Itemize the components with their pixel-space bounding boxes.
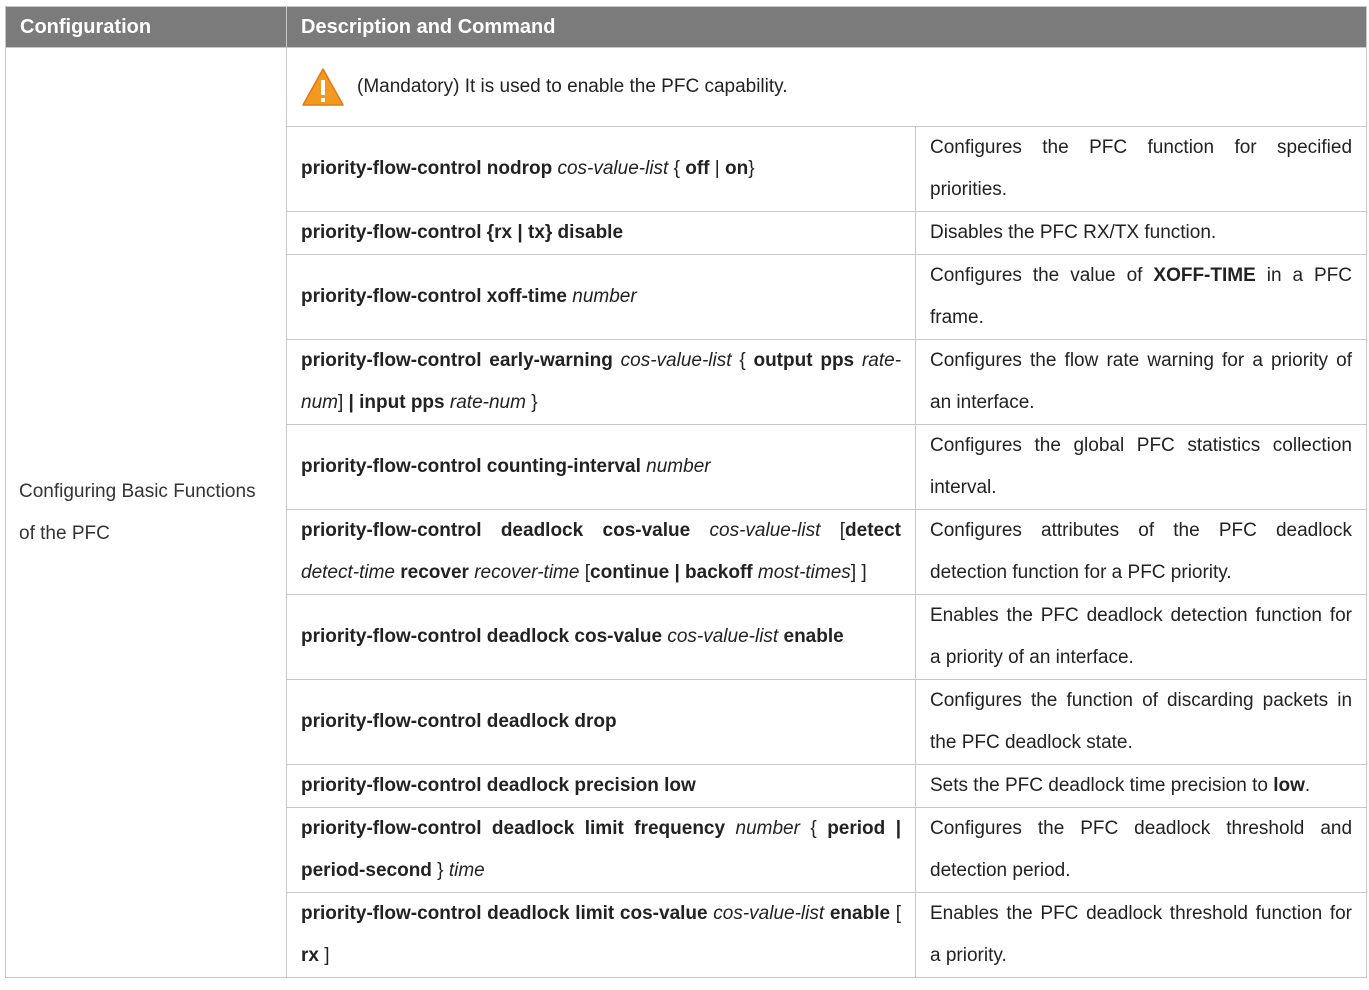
argument: number: [735, 818, 800, 839]
notice-text: (Mandatory) It is used to enable the PFC…: [357, 76, 788, 97]
keyword: priority-flow-control counting-interval: [301, 456, 641, 477]
command-cell: priority-flow-control early-warning cos-…: [286, 339, 916, 425]
text: Configures the PFC deadlock threshold an…: [930, 818, 1353, 881]
pfc-config-table: Configuration Description and Command Co…: [5, 6, 1368, 978]
keyword: off: [685, 158, 710, 179]
text: [613, 350, 621, 371]
text: }: [748, 158, 755, 179]
text: [: [890, 903, 902, 924]
keyword: recover: [400, 562, 469, 583]
keyword: output pps: [753, 350, 855, 371]
header-description: Description and Command: [285, 6, 1368, 48]
command-cell: priority-flow-control deadlock limit cos…: [286, 892, 916, 978]
notice-row: Configuring Basic Functions of the PFC (…: [5, 47, 1368, 978]
keyword: enable: [783, 626, 844, 647]
description-cell: Enables the PFC deadlock detection funct…: [914, 594, 1368, 680]
command-cell: priority-flow-control counting-interval …: [286, 424, 916, 510]
text: ]: [318, 945, 330, 966]
command-cell: priority-flow-control deadlock limit fre…: [286, 807, 916, 893]
argument: most-times: [757, 562, 851, 583]
text: .: [1304, 775, 1311, 796]
keyword: priority-flow-control deadlock cos-value: [301, 626, 663, 647]
text: Configures the PFC function for specifie…: [930, 137, 1353, 200]
keyword: continue | backoff: [590, 562, 753, 583]
command-cell: priority-flow-control deadlock cos-value…: [286, 594, 916, 680]
text: {: [731, 350, 754, 371]
argument: recover-time: [474, 562, 580, 583]
keyword: low: [1273, 775, 1305, 796]
argument: cos-value-list: [709, 520, 821, 541]
keyword: priority-flow-control xoff-time: [301, 286, 567, 307]
text: {: [668, 158, 686, 179]
keyword: enable: [829, 903, 891, 924]
keyword: priority-flow-control early-warning: [301, 350, 613, 371]
argument: number: [572, 286, 637, 307]
description-cell: Configures the PFC deadlock threshold an…: [914, 807, 1368, 893]
command-cell: priority-flow-control deadlock precision…: [286, 764, 916, 808]
argument: time: [448, 860, 485, 881]
text: [: [820, 520, 846, 541]
text: Configures the global PFC statistics col…: [930, 435, 1353, 498]
description-cell: Configures the function of discarding pa…: [914, 679, 1368, 765]
text: [725, 818, 735, 839]
text: [854, 350, 862, 371]
argument: cos-value-list: [713, 903, 825, 924]
keyword: priority-flow-control nodrop: [301, 158, 553, 179]
description-cell: Configures the PFC function for specifie…: [914, 126, 1368, 212]
text: Configures the function of discarding pa…: [930, 690, 1353, 753]
keyword: priority-flow-control deadlock limit cos…: [301, 903, 708, 924]
text: [690, 520, 709, 541]
keyword: priority-flow-control deadlock limit fre…: [301, 818, 726, 839]
keyword: | input pps: [348, 392, 445, 413]
text: }: [525, 392, 538, 413]
description-cell: Configures the value of XOFF-TIME in a P…: [914, 254, 1368, 340]
description-cell: Configures the flow rate warning for a p…: [914, 339, 1368, 425]
text: Configures the flow rate warning for a p…: [930, 350, 1353, 413]
text: Configures attributes of the PFC deadloc…: [930, 520, 1353, 583]
description-cell: Disables the PFC RX/TX function.: [914, 211, 1368, 255]
mandatory-notice: (Mandatory) It is used to enable the PFC…: [301, 48, 1352, 126]
text: |: [709, 158, 726, 179]
keyword: priority-flow-control deadlock cos-value: [301, 520, 691, 541]
header-configuration: Configuration: [5, 6, 287, 48]
keyword: rx: [301, 945, 319, 966]
text: ] ]: [850, 562, 867, 583]
text: {: [799, 818, 828, 839]
argument: cos-value-list: [667, 626, 779, 647]
warning-icon: [302, 68, 344, 106]
description-cell: Enables the PFC deadlock threshold funct…: [914, 892, 1368, 978]
keyword: priority-flow-control {rx | tx} disable: [301, 222, 624, 243]
notice-cell: (Mandatory) It is used to enable the PFC…: [285, 47, 1368, 127]
keyword: priority-flow-control deadlock drop: [301, 711, 617, 732]
text: ]: [337, 392, 349, 413]
description-cell: Configures the global PFC statistics col…: [914, 424, 1368, 510]
command-cell: priority-flow-control xoff-time number: [286, 254, 916, 340]
keyword: priority-flow-control deadlock precision…: [301, 775, 696, 796]
command-cell: priority-flow-control deadlock drop: [286, 679, 916, 765]
text: Enables the PFC deadlock detection funct…: [930, 605, 1353, 668]
text: Enables the PFC deadlock threshold funct…: [930, 903, 1353, 966]
description-cell: Configures attributes of the PFC deadloc…: [914, 509, 1368, 595]
configuration-name: Configuring Basic Functions of the PFC: [5, 47, 287, 978]
description-cell: Sets the PFC deadlock time precision to …: [914, 764, 1368, 808]
argument: detect-time: [301, 562, 395, 583]
argument: rate-num: [449, 392, 526, 413]
command-cell: priority-flow-control {rx | tx} disable: [286, 211, 916, 255]
argument: cos-value-list: [620, 350, 732, 371]
keyword: detect: [845, 520, 901, 541]
text: Configures the value of: [930, 265, 1154, 286]
argument: number: [646, 456, 711, 477]
keyword: on: [725, 158, 749, 179]
command-cell: priority-flow-control deadlock cos-value…: [286, 509, 916, 595]
text: Sets the PFC deadlock time precision to: [930, 775, 1274, 796]
table-header-row: Configuration Description and Command: [5, 6, 1368, 48]
text: [: [579, 562, 591, 583]
argument: cos-value-list: [557, 158, 669, 179]
command-cell: priority-flow-control nodrop cos-value-l…: [286, 126, 916, 212]
keyword: XOFF-TIME: [1153, 265, 1256, 286]
text: Disables the PFC RX/TX function.: [930, 222, 1217, 243]
text: }: [431, 860, 449, 881]
